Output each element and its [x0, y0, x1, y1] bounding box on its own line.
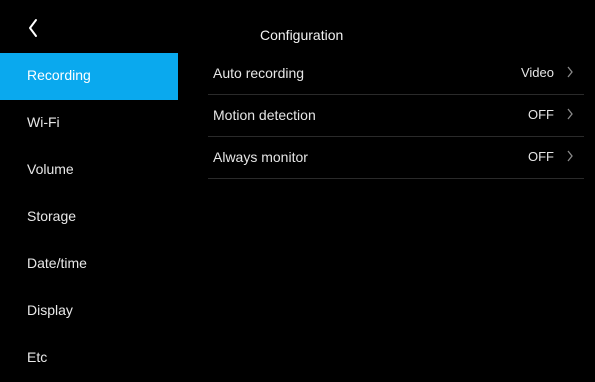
setting-label: Always monitor: [213, 149, 308, 165]
chevron-right-icon: [566, 108, 574, 120]
sidebar-item-label: Wi-Fi: [27, 114, 60, 130]
sidebar-item-recording[interactable]: Recording: [0, 53, 178, 100]
setting-label: Motion detection: [213, 107, 316, 123]
setting-value: OFF: [528, 107, 554, 122]
chevron-right-icon: [566, 66, 574, 78]
settings-list: Auto recording Video Motion detection OF…: [208, 53, 584, 179]
sidebar-item-storage[interactable]: Storage: [0, 194, 178, 241]
setting-row-motion-detection[interactable]: Motion detection OFF: [208, 95, 584, 137]
setting-label: Auto recording: [213, 65, 305, 81]
setting-value: Video: [520, 65, 554, 80]
sidebar-item-label: Recording: [27, 67, 91, 83]
sidebar-item-display[interactable]: Display: [0, 288, 178, 335]
sidebar-item-label: Display: [27, 302, 73, 318]
sidebar-item-volume[interactable]: Volume: [0, 147, 178, 194]
setting-row-auto-recording[interactable]: Auto recording Video: [208, 53, 584, 95]
sidebar-item-label: Date/time: [27, 255, 87, 271]
sidebar-item-wifi[interactable]: Wi-Fi: [0, 100, 178, 147]
setting-row-always-monitor[interactable]: Always monitor OFF: [208, 137, 584, 179]
sidebar-item-label: Volume: [27, 161, 74, 177]
sidebar-item-label: Storage: [27, 208, 77, 224]
sidebar-item-date-time[interactable]: Date/time: [0, 241, 178, 288]
chevron-left-icon: [22, 14, 46, 44]
setting-value: OFF: [528, 149, 554, 164]
configuration-screen: Configuration Recording Wi-Fi Volume Sto…: [0, 0, 595, 374]
top-bar: Configuration: [0, 0, 595, 56]
back-button[interactable]: [22, 14, 46, 44]
sidebar: Recording Wi-Fi Volume Storage Date/time…: [0, 53, 178, 382]
sidebar-item-label: Etc: [27, 349, 48, 365]
chevron-right-icon: [566, 150, 574, 162]
sidebar-item-etc[interactable]: Etc: [0, 335, 178, 382]
page-title: Configuration: [260, 27, 344, 43]
